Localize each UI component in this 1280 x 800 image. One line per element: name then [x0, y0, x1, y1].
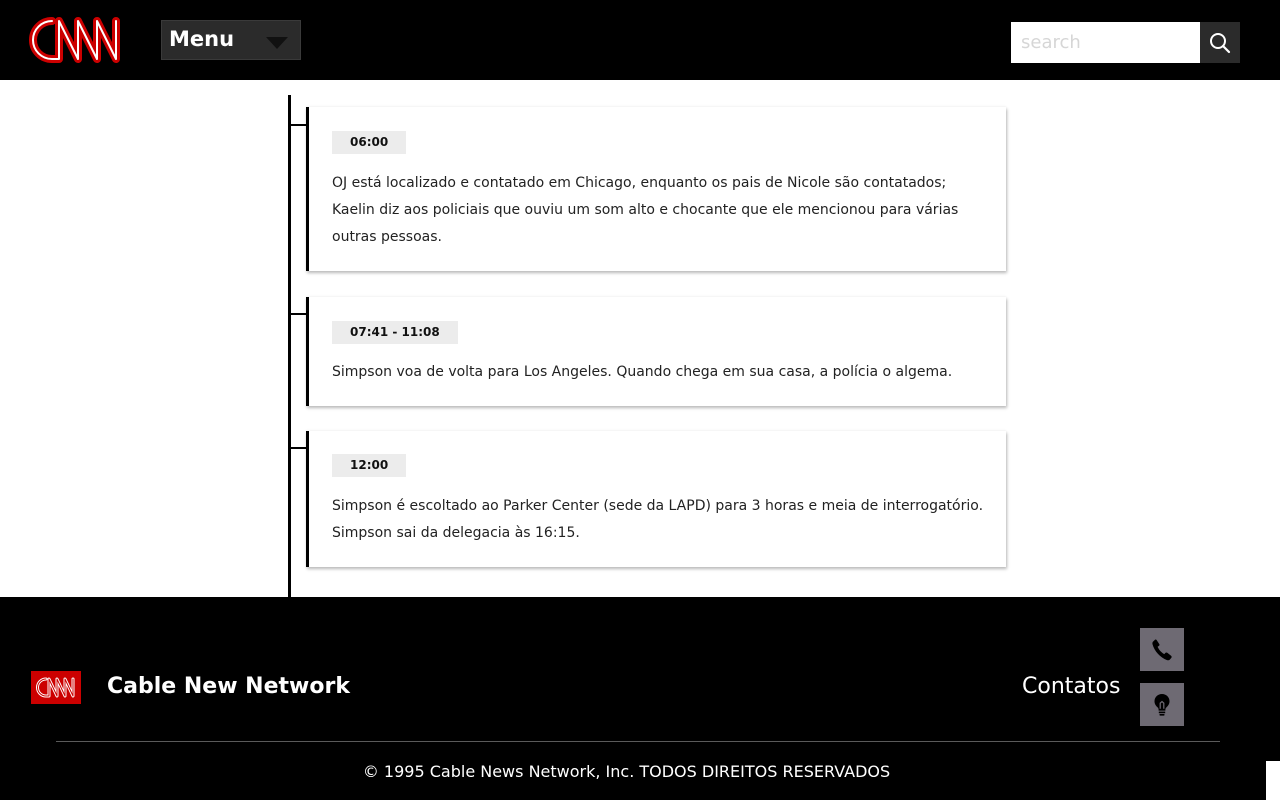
chevron-down-icon [266, 37, 288, 49]
menu-button[interactable]: Menu [161, 20, 301, 60]
footer-title: Cable New Network [107, 674, 350, 699]
search-button[interactable] [1200, 22, 1240, 63]
timeline-axis [288, 95, 291, 598]
time-badge: 07:41 - 11:08 [332, 321, 458, 344]
card-line: OJ está localizado e contatado em Chicag… [332, 175, 947, 191]
lightbulb-button[interactable] [1140, 683, 1184, 726]
card-line: Simpson voa de volta para Los Angeles. Q… [332, 364, 953, 380]
site-footer: Cable New Network Contatos © 1995 Cable … [0, 597, 1280, 800]
footer-divider [56, 741, 1220, 742]
time-badge: 12:00 [332, 454, 407, 477]
cnn-logo-mark [36, 677, 75, 698]
lightbulb-icon [1154, 694, 1170, 716]
card-text: Simpson é escoltado ao Parker Center (se… [332, 493, 997, 547]
timeline-connector [288, 313, 308, 332]
timeline-card: 12:00 Simpson é escoltado ao Parker Cent… [306, 431, 1006, 567]
timeline-connector [288, 124, 308, 143]
timeline-card: 07:41 - 11:08 Simpson voa de volta para … [306, 297, 1006, 406]
card-line: Kaelin diz aos policiais que ouviu um so… [332, 202, 959, 245]
contacts-label: Contatos [1022, 674, 1121, 699]
time-badge: 06:00 [332, 131, 407, 154]
search-input[interactable] [1011, 22, 1200, 63]
timeline-connector [288, 447, 308, 466]
timeline-card: 06:00 OJ está localizado e contatado em … [306, 107, 1006, 271]
card-line: Simpson sai da delegacia às 16:15. [332, 525, 580, 541]
card-text: OJ está localizado e contatado em Chicag… [332, 170, 997, 251]
copyright-text: © 1995 Cable News Network, Inc. TODOS DI… [362, 762, 891, 781]
menu-label: Menu [169, 27, 235, 51]
card-text: Simpson voa de volta para Los Angeles. Q… [332, 359, 997, 386]
site-header: Menu [0, 0, 1280, 80]
phone-button[interactable] [1140, 628, 1184, 671]
page-edge [1266, 761, 1280, 800]
card-line: Simpson é escoltado ao Parker Center (se… [332, 498, 984, 514]
search-icon [1210, 33, 1231, 54]
phone-icon [1152, 639, 1172, 661]
cnn-footer-logo[interactable] [31, 671, 81, 704]
cnn-logo[interactable] [26, 14, 134, 66]
